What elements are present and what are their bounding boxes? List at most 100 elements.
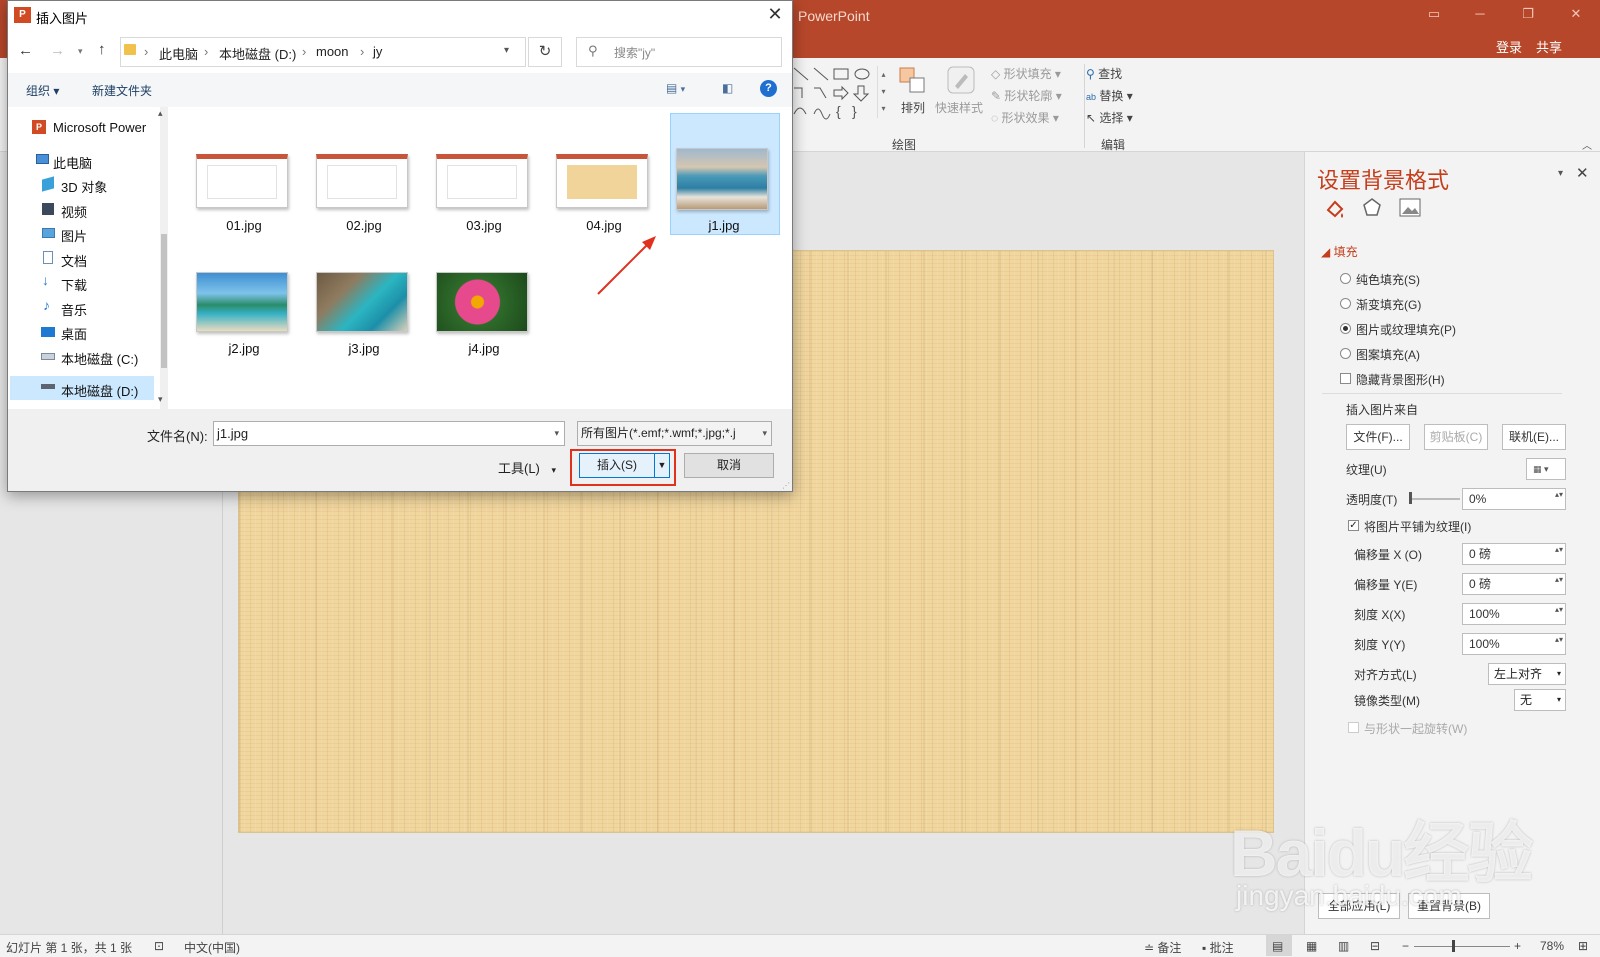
shape-fill-button[interactable]: ◇ 形状填充 ▾ [991, 65, 1071, 82]
clipboard-button[interactable]: 剪贴板(C) [1424, 424, 1488, 450]
up-icon[interactable]: ↑ [98, 41, 106, 58]
file-thumbnail[interactable] [436, 154, 528, 208]
file-thumbnail[interactable] [316, 272, 408, 332]
filetype-dropdown[interactable]: 所有图片(*.emf;*.wmf;*.jpg;*.j ▾ [577, 421, 772, 446]
nav-scroll-up-icon[interactable]: ▴ [158, 108, 163, 119]
mirror-dropdown[interactable]: 无 ▾ [1514, 689, 1566, 711]
file-name[interactable]: 02.jpg [309, 218, 419, 233]
share-button[interactable]: 共享 [1536, 37, 1562, 56]
transparency-slider-thumb[interactable] [1409, 492, 1412, 504]
preview-pane-icon[interactable]: ◧ [722, 81, 733, 95]
nav-item-downloads[interactable]: 下载 [61, 275, 87, 294]
new-folder-button[interactable]: 新建文件夹 [92, 82, 152, 99]
back-icon[interactable]: ← [18, 42, 33, 59]
rotate-with-shape-checkbox[interactable] [1348, 722, 1359, 733]
shapes-gallery[interactable]: {} [792, 66, 884, 124]
recent-locations-icon[interactable]: ▾ [78, 46, 83, 57]
maximize-button[interactable]: ❐ [1512, 6, 1544, 26]
texture-dropdown[interactable]: ▦ ▾ [1526, 458, 1566, 480]
scale-x-input[interactable]: 100% [1462, 603, 1566, 625]
nav-scroll-down-icon[interactable]: ▾ [158, 394, 163, 405]
nav-item-powerpoint[interactable]: Microsoft Power [53, 120, 146, 135]
dialog-close-button[interactable]: ✕ [764, 4, 786, 25]
resize-grip-icon[interactable]: ⋰ [782, 481, 790, 490]
pane-close-icon[interactable]: ✕ [1576, 164, 1589, 182]
reading-view-icon[interactable]: ▥ [1338, 939, 1349, 953]
slideshow-icon[interactable]: ⊟ [1370, 939, 1380, 953]
file-thumbnail[interactable] [196, 154, 288, 208]
shape-effects-button[interactable]: ◌ 形状效果 ▾ [991, 109, 1071, 126]
solid-fill-radio[interactable] [1340, 273, 1351, 284]
chevron-down-icon[interactable]: ▾ [554, 422, 559, 445]
nav-item-drive-d[interactable]: 本地磁盘 (D:) [61, 381, 138, 400]
fit-slide-icon[interactable]: ⊞ [1578, 939, 1588, 953]
quick-styles-button[interactable]: 快速样式 [935, 99, 983, 116]
cancel-button[interactable]: 取消 [684, 453, 774, 478]
pane-options-icon[interactable]: ▾ [1558, 168, 1563, 179]
minimize-button[interactable]: ─ [1464, 6, 1496, 26]
shape-outline-button[interactable]: ✎ 形状轮廓 ▾ [991, 87, 1071, 104]
zoom-level[interactable]: 78% [1540, 939, 1564, 953]
transparency-slider[interactable] [1410, 498, 1460, 500]
tile-checkbox[interactable]: ✓ [1348, 520, 1359, 531]
nav-scrollbar-thumb[interactable] [161, 234, 167, 368]
file-thumbnail[interactable] [556, 154, 648, 208]
comments-button[interactable]: ▪ 批注 [1202, 939, 1234, 956]
nav-item-videos[interactable]: 视频 [61, 202, 87, 221]
scale-y-input[interactable]: 100% [1462, 633, 1566, 655]
nav-item-this-pc[interactable]: 此电脑 [53, 153, 92, 172]
fill-section-header[interactable]: ◢ 填充 [1321, 243, 1358, 260]
online-button[interactable]: 联机(E)... [1502, 424, 1566, 450]
transparency-input[interactable]: 0% [1462, 488, 1566, 510]
file-button[interactable]: 文件(F)... [1346, 424, 1410, 450]
gradient-fill-radio[interactable] [1340, 298, 1351, 309]
login-link[interactable]: 登录 [1496, 37, 1522, 56]
file-thumbnail[interactable] [436, 272, 528, 332]
file-thumbnail[interactable] [676, 148, 768, 210]
organize-menu[interactable]: 组织 ▾ [26, 82, 59, 99]
offset-x-input[interactable]: 0 磅 [1462, 543, 1566, 565]
effects-tab-icon[interactable] [1360, 196, 1384, 220]
file-name[interactable]: j1.jpg [669, 218, 779, 233]
address-dropdown-icon[interactable]: ▾ [504, 45, 509, 56]
fill-line-tab-icon[interactable] [1322, 196, 1346, 220]
accessibility-icon[interactable]: ⊡ [154, 939, 164, 953]
pattern-fill-radio[interactable] [1340, 348, 1351, 359]
offset-y-input[interactable]: 0 磅 [1462, 573, 1566, 595]
breadcrumb-item[interactable]: jy [373, 44, 382, 59]
nav-item-documents[interactable]: 文档 [61, 251, 87, 270]
zoom-in-icon[interactable]: + [1514, 939, 1521, 953]
language[interactable]: 中文(中国) [184, 939, 240, 956]
search-box[interactable] [576, 37, 782, 67]
alignment-dropdown[interactable]: 左上对齐 ▾ [1488, 663, 1566, 685]
shapes-more-icon[interactable]: ▴ ▾ ▾ [877, 66, 889, 118]
breadcrumb-item[interactable]: moon [316, 44, 349, 59]
zoom-slider-thumb[interactable] [1452, 940, 1455, 952]
refresh-button[interactable]: ↻ [528, 37, 562, 67]
nav-item-drive-c[interactable]: 本地磁盘 (C:) [61, 349, 138, 368]
hide-bg-checkbox[interactable] [1340, 373, 1351, 384]
file-name[interactable]: 03.jpg [429, 218, 539, 233]
zoom-slider[interactable] [1414, 946, 1510, 947]
change-view-icon[interactable]: ▤ ▾ [666, 81, 685, 95]
file-name[interactable]: 01.jpg [189, 218, 299, 233]
tools-menu[interactable]: 工具(L) ▾ [498, 458, 556, 477]
nav-item-3d-objects[interactable]: 3D 对象 [61, 177, 107, 196]
forward-icon[interactable]: → [50, 42, 65, 59]
nav-item-desktop[interactable]: 桌面 [61, 324, 87, 343]
breadcrumb-item[interactable]: 此电脑 [159, 44, 198, 63]
insert-dropdown-icon[interactable]: ▼ [654, 453, 670, 478]
insert-button[interactable]: 插入(S) [579, 453, 655, 478]
zoom-out-icon[interactable]: − [1402, 939, 1409, 953]
file-name[interactable]: j4.jpg [429, 341, 539, 356]
slide-sorter-icon[interactable]: ▦ [1306, 939, 1317, 953]
breadcrumb-item[interactable]: 本地磁盘 (D:) [219, 44, 296, 63]
select-button[interactable]: ↖ 选择 ▾ [1086, 109, 1133, 126]
picture-tab-icon[interactable] [1398, 196, 1422, 220]
picture-fill-radio[interactable] [1340, 323, 1351, 334]
filename-input[interactable]: j1.jpg ▾ [213, 421, 565, 446]
arrange-button[interactable]: 排列 [901, 99, 925, 116]
file-name[interactable]: 04.jpg [549, 218, 659, 233]
collapse-ribbon-icon[interactable]: ︿ [1582, 137, 1592, 152]
replace-button[interactable]: ab 替换 ▾ [1086, 87, 1133, 104]
